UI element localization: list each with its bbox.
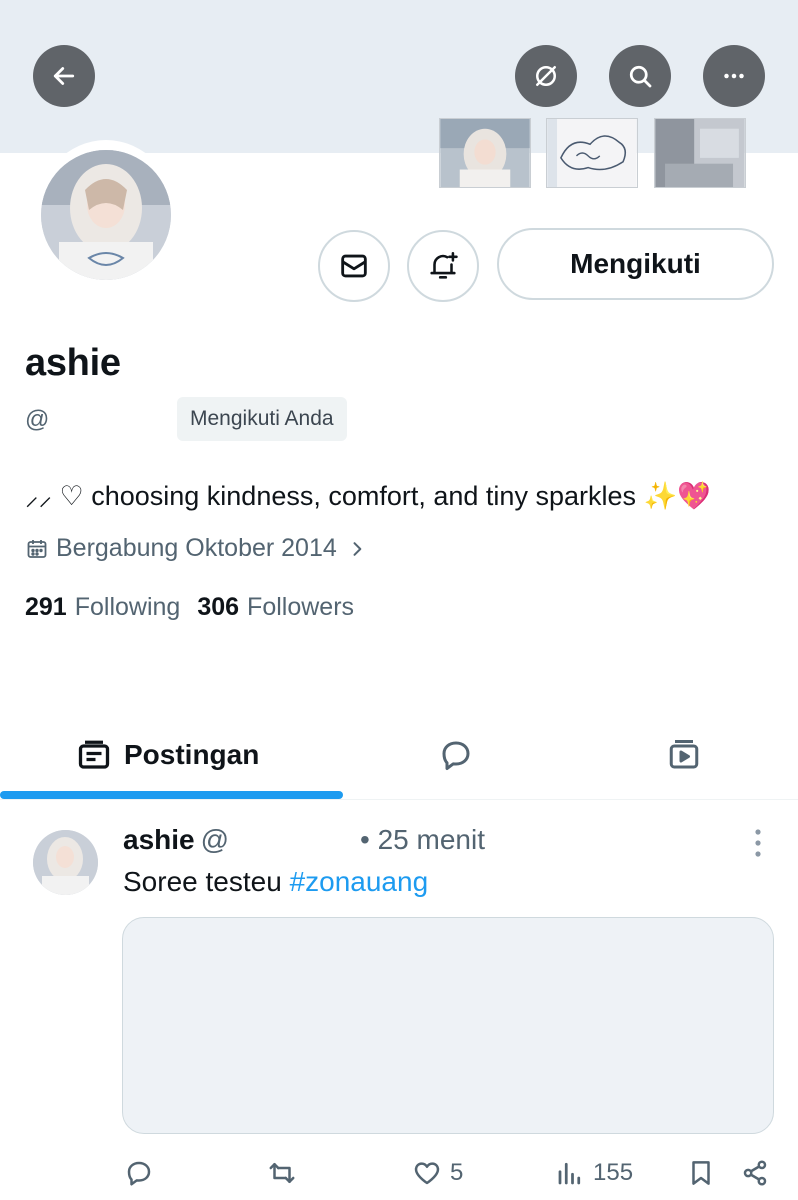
highlight-thumbnail[interactable] xyxy=(439,118,531,188)
following-count: 291 xyxy=(25,593,67,621)
photo-doodle-hoodie xyxy=(547,119,637,187)
profile-tabs: Postingan xyxy=(0,715,798,800)
active-tab-indicator xyxy=(0,791,343,799)
like-count: 5 xyxy=(450,1159,464,1186)
heart-emoji: 💖 xyxy=(677,481,711,511)
post-header: ashie @ xyxy=(123,824,229,856)
back-button[interactable] xyxy=(33,45,95,107)
following-label: Following xyxy=(74,593,181,621)
bell-plus-icon xyxy=(430,251,458,279)
posts-icon xyxy=(78,740,110,769)
tab-replies[interactable] xyxy=(438,715,474,795)
highlight-thumbnail[interactable] xyxy=(546,118,638,188)
join-date[interactable]: Bergabung Oktober 2014 xyxy=(25,534,367,563)
photo-room xyxy=(655,119,745,187)
avatar[interactable] xyxy=(41,150,171,280)
chevron-right-icon xyxy=(353,541,362,556)
search-icon xyxy=(629,65,652,88)
post-media-card[interactable] xyxy=(122,917,774,1134)
more-horizontal-icon xyxy=(724,73,744,79)
reply-button[interactable] xyxy=(124,1158,154,1188)
profile-handle: @ xyxy=(25,406,50,433)
arrow-left-icon xyxy=(53,67,75,85)
repost-button[interactable] xyxy=(267,1158,297,1188)
profile-bio: ⸝⸝ ♡ choosing kindness, comfort, and tin… xyxy=(25,476,711,513)
calendar-icon xyxy=(27,539,47,558)
tab-posts[interactable]: Postingan xyxy=(76,715,259,795)
analytics-icon xyxy=(558,1162,581,1185)
share-button[interactable] xyxy=(740,1158,770,1188)
bio-text: ⸝⸝ ♡ choosing kindness, comfort, and tin… xyxy=(25,481,644,511)
avatar-photo xyxy=(41,150,171,280)
sparkles-emoji: ✨ xyxy=(643,481,678,511)
view-count: 155 xyxy=(593,1159,634,1186)
bookmark-icon xyxy=(692,1161,710,1185)
views-button[interactable]: 155 xyxy=(555,1158,633,1188)
search-button[interactable] xyxy=(609,45,671,107)
tab-posts-label: Postingan xyxy=(124,739,260,770)
speech-bubble-icon xyxy=(442,741,470,770)
post-avatar[interactable] xyxy=(33,830,98,895)
photo-girl-hoodie xyxy=(440,119,530,187)
following-button[interactable]: Mengikuti xyxy=(497,228,774,300)
profile-avatar-frame xyxy=(36,140,176,290)
post-timestamp[interactable]: • 25 menit xyxy=(360,824,485,856)
follow-stats: 291 Following 306 Followers xyxy=(25,593,354,622)
followers-count: 306 xyxy=(197,593,240,621)
repost-icon xyxy=(269,1163,295,1183)
followers-label: Followers xyxy=(247,593,355,621)
followers-stat[interactable]: 306 Followers xyxy=(197,593,354,622)
post-text-body: Soree testeu xyxy=(123,866,290,897)
more-vertical-icon[interactable] xyxy=(744,826,772,860)
heart-icon xyxy=(414,1162,440,1185)
share-icon xyxy=(743,1160,767,1186)
post-author-name[interactable]: ashie xyxy=(123,824,195,855)
follows-you-badge: Mengikuti Anda xyxy=(177,397,347,441)
more-button[interactable] xyxy=(703,45,765,107)
notification-button[interactable] xyxy=(407,230,479,302)
profile-display-name: ashie xyxy=(25,342,121,384)
post-actions: 5 155 xyxy=(0,1150,798,1196)
envelope-icon xyxy=(341,254,367,278)
post-hashtag[interactable]: #zonauang xyxy=(290,866,429,897)
tab-media[interactable] xyxy=(666,715,702,795)
grok-button[interactable] xyxy=(515,45,577,107)
message-button[interactable] xyxy=(318,230,390,302)
post-author-handle: @ xyxy=(200,824,230,855)
join-date-text: Bergabung Oktober 2014 xyxy=(56,534,337,562)
post-text: Soree testeu #zonauang xyxy=(123,866,428,898)
grok-icon xyxy=(536,66,556,86)
highlight-thumbnail[interactable] xyxy=(654,118,746,188)
bookmark-button[interactable] xyxy=(686,1158,716,1188)
avatar-photo xyxy=(33,830,98,895)
reply-icon xyxy=(127,1161,151,1186)
like-button[interactable]: 5 xyxy=(412,1158,463,1188)
following-stat[interactable]: 291 Following xyxy=(25,593,180,622)
video-icon xyxy=(669,740,699,769)
